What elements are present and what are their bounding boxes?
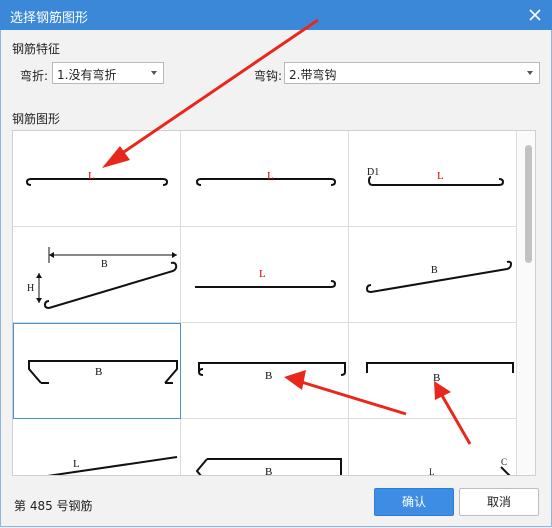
shape-label: B (265, 466, 272, 476)
shape-label: B (101, 259, 108, 270)
shape-cell[interactable]: B (181, 419, 349, 476)
shape-cell[interactable]: B H (13, 227, 181, 323)
shape-cell[interactable]: D1 L (349, 131, 517, 227)
shape-cell[interactable]: L (181, 131, 349, 227)
shape-cell-selected[interactable]: B (13, 323, 181, 419)
shape-label: L (429, 467, 435, 476)
cancel-button[interactable]: 取消 (459, 488, 539, 516)
bend-label: 弯折: (20, 69, 49, 83)
shape-cell[interactable]: L (13, 419, 181, 475)
title-bar: 选择钢筋图形 (0, 0, 552, 30)
shape-cell[interactable]: B (349, 323, 517, 419)
shape-grid: L L D1 L B H L B B B B L B L C (12, 130, 536, 476)
shape-label: L (88, 170, 95, 182)
chevron-down-icon (527, 71, 533, 75)
shape-label: L (437, 170, 444, 182)
hook-select[interactable]: 2.带弯钩 (284, 62, 540, 84)
shape-cell[interactable]: L (13, 131, 181, 227)
bend-select[interactable]: 1.没有弯折 (52, 62, 164, 84)
shape-cell[interactable]: L C (349, 419, 517, 476)
shapes-section-label: 钢筋图形 (12, 112, 61, 126)
shape-extra-label: C (501, 457, 507, 467)
shape-label: L (259, 268, 266, 280)
shape-extra-label: D1 (367, 167, 379, 178)
close-button[interactable] (524, 4, 546, 26)
shape-cell[interactable]: L (181, 227, 349, 323)
hook-label: 弯钩: (254, 69, 283, 83)
shape-extra-label: H (27, 283, 34, 294)
vertical-scrollbar[interactable] (517, 131, 535, 475)
shape-label: L (267, 170, 274, 182)
shape-label: B (431, 265, 438, 276)
window-title: 选择钢筋图形 (10, 11, 89, 26)
shape-number-status: 第 485 号钢筋 (14, 499, 93, 513)
chevron-down-icon (151, 71, 157, 75)
scrollbar-thumb[interactable] (525, 145, 532, 263)
shape-label: B (433, 372, 440, 384)
shape-label: B (95, 366, 102, 378)
close-icon (529, 9, 541, 21)
shape-cell[interactable]: B (349, 227, 517, 323)
shape-label: L (73, 458, 80, 470)
features-section-label: 钢筋特征 (12, 42, 61, 56)
shape-cell[interactable]: B (181, 323, 349, 419)
shape-label: B (265, 370, 272, 382)
confirm-button[interactable]: 确认 (374, 488, 454, 516)
bend-select-value: 1.没有弯折 (57, 68, 117, 82)
hook-select-value: 2.带弯钩 (289, 68, 337, 82)
